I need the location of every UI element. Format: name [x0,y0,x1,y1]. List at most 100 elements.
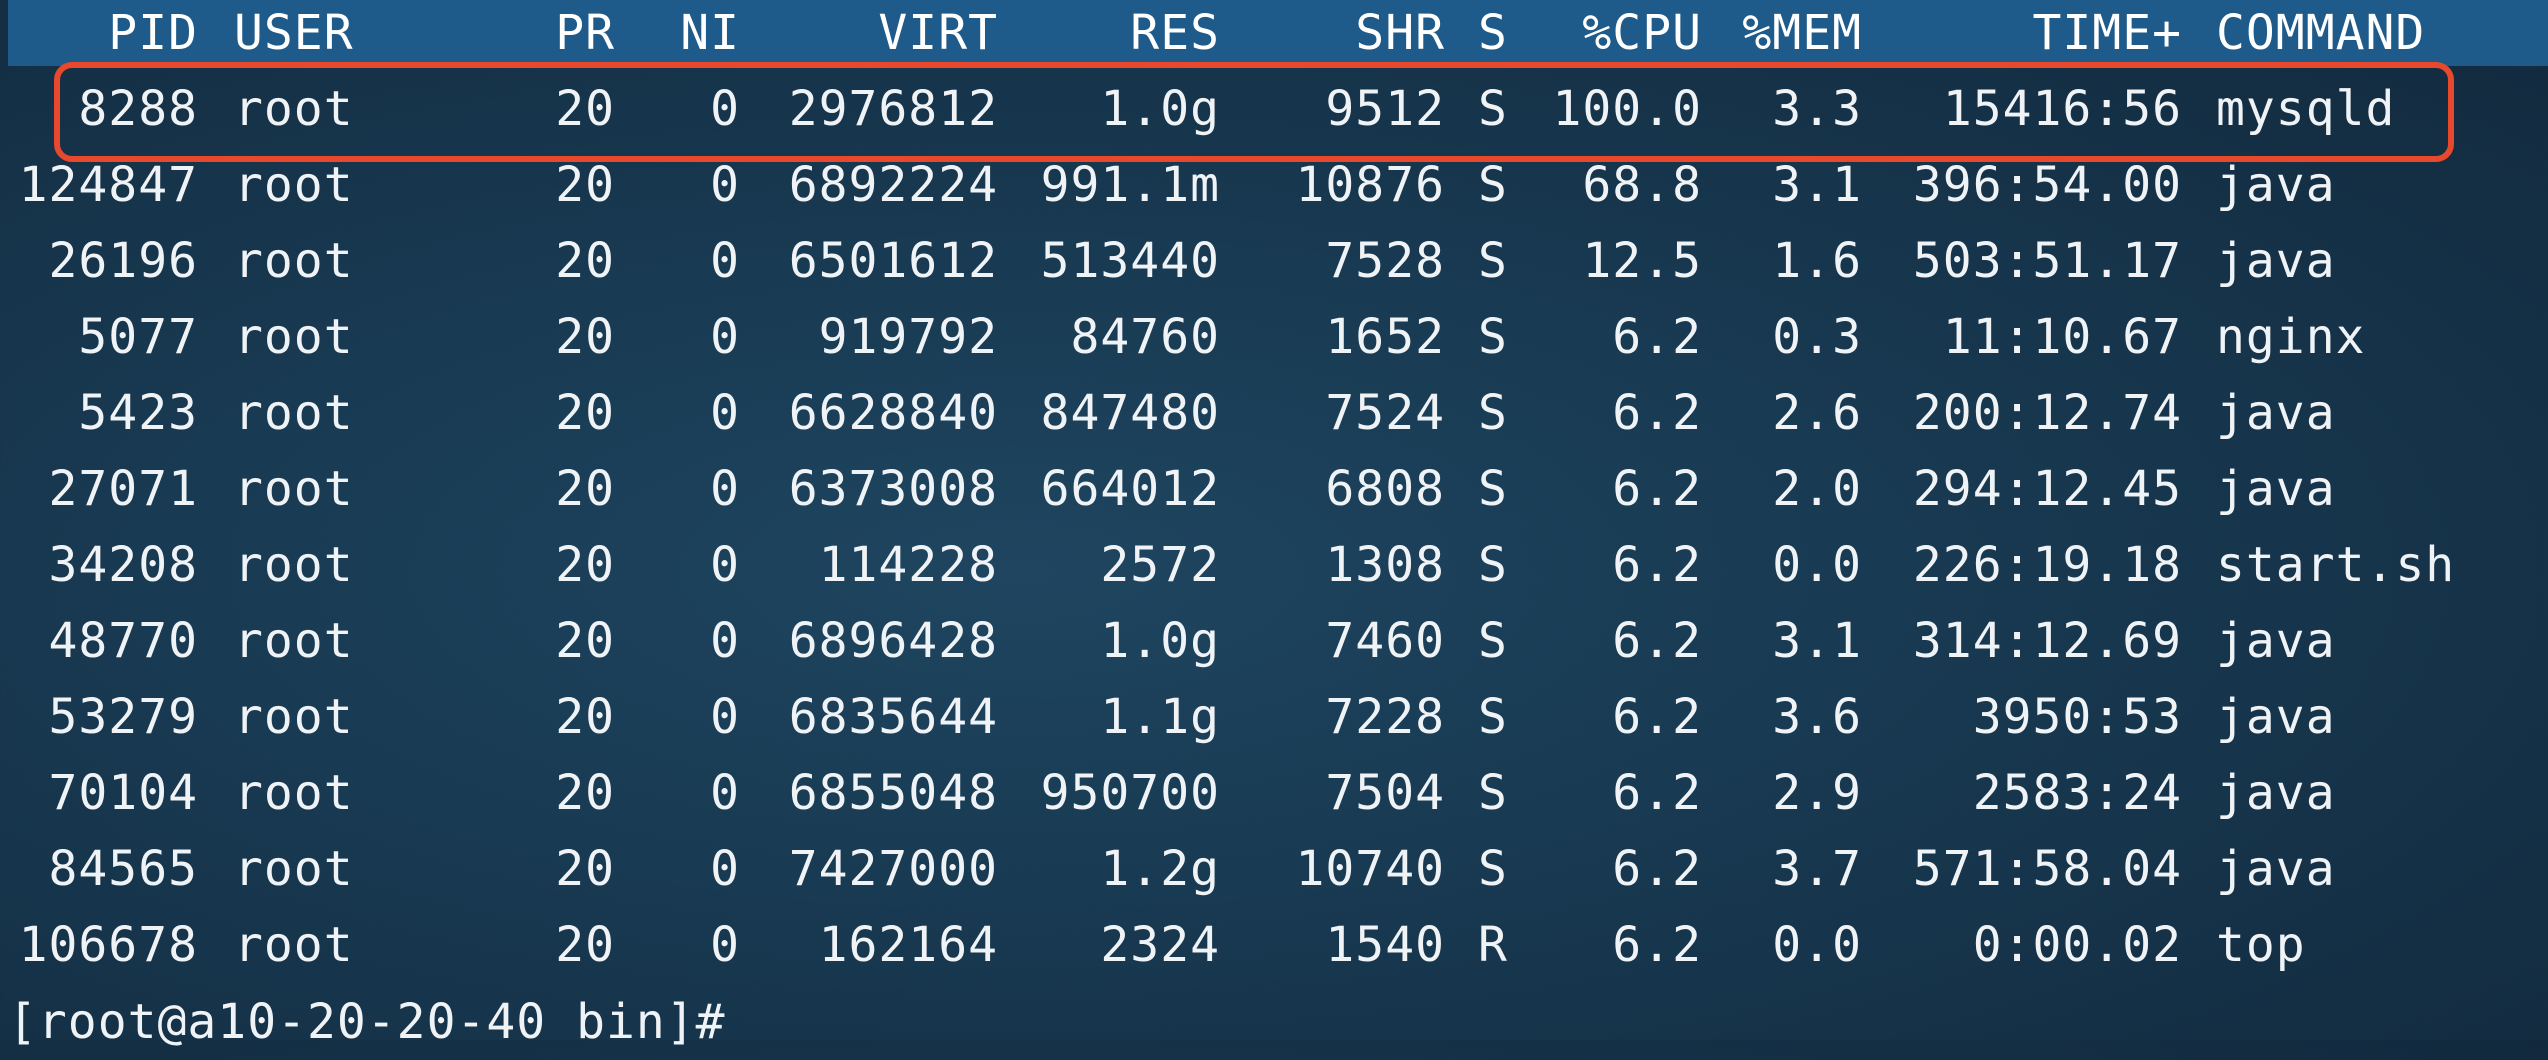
cell-shr: 1540 [1325,917,1445,973]
cell-res: 1.1g [1100,689,1220,745]
cell-user: root [234,689,354,745]
cell-command: mysqld [2216,81,2396,137]
process-row[interactable]: 106678 root 20 0 162164 2324 1540 R 6.2 0.0 0:00.0… [0,907,2548,983]
cell-state: S [1478,613,1508,669]
header-user: USER [234,5,354,61]
cell-time: 571:58.04 [1912,841,2182,897]
header-pid: PID [108,5,198,61]
process-row[interactable]: 34208 root 20 0 114228 2572 1308 S 6.2 0.0 226:19.… [0,527,2548,603]
cell-time: 0:00.02 [1972,917,2182,973]
cell-mem: 3.6 [1772,689,1862,745]
process-row[interactable]: 8288 root 20 0 2976812 1.0g 9512 S 100.0 3.3 15416… [0,71,2548,147]
cell-time: 200:12.74 [1912,385,2182,441]
cell-state: S [1478,765,1508,821]
cell-cpu: 68.8 [1582,157,1702,213]
header-ni: NI [680,5,740,61]
cell-virt: 6373008 [788,461,998,517]
shell-prompt[interactable]: [root@a10-20-20-40 bin]# [8,984,726,1060]
cell-time: 314:12.69 [1912,613,2182,669]
cell-command: java [2216,765,2336,821]
cell-ni: 0 [710,461,740,517]
cell-pid: 106678 [18,917,198,973]
process-row[interactable]: 26196 root 20 0 6501612 513440 7528 S 12.5 1.6 503… [0,223,2548,299]
cell-cpu: 6.2 [1612,917,1702,973]
cell-pr: 20 [555,917,615,973]
cell-virt: 114228 [818,537,998,593]
cell-ni: 0 [710,233,740,289]
cell-cpu: 6.2 [1612,385,1702,441]
cell-cpu: 6.2 [1612,461,1702,517]
cell-user: root [234,309,354,365]
terminal-window[interactable]: PID USER PR NI VIRT RES SHR S %CPU %MEM … [0,0,2548,1050]
cell-virt: 6892224 [788,157,998,213]
cell-pr: 20 [555,689,615,745]
cell-ni: 0 [710,81,740,137]
cell-state: S [1478,841,1508,897]
cell-res: 991.1m [1040,157,1220,213]
process-row[interactable]: 48770 root 20 0 6896428 1.0g 7460 S 6.2 3.1 314:12… [0,603,2548,679]
cell-pr: 20 [555,765,615,821]
cell-cpu: 6.2 [1612,841,1702,897]
cell-mem: 3.7 [1772,841,1862,897]
cell-mem: 3.1 [1772,157,1862,213]
cell-pid: 124847 [18,157,198,213]
cell-pid: 27071 [48,461,198,517]
cell-shr: 7228 [1325,689,1445,745]
cell-command: java [2216,613,2336,669]
header-mem: %MEM [1742,5,1862,61]
cell-time: 2583:24 [1972,765,2182,821]
process-row[interactable]: 70104 root 20 0 6855048 950700 7504 S 6.2 2.9 2583… [0,755,2548,831]
cell-user: root [234,841,354,897]
process-row[interactable]: 53279 root 20 0 6835644 1.1g 7228 S 6.2 3.6 3950:5… [0,679,2548,755]
cell-pr: 20 [555,309,615,365]
cell-command: java [2216,157,2336,213]
cell-command: java [2216,689,2336,745]
cell-pr: 20 [555,385,615,441]
cell-pid: 5423 [78,385,198,441]
cell-pid: 70104 [48,765,198,821]
cell-command: java [2216,461,2336,517]
cell-pr: 20 [555,157,615,213]
cell-ni: 0 [710,765,740,821]
cell-res: 664012 [1040,461,1220,517]
cell-pid: 48770 [48,613,198,669]
cell-time: 15416:56 [1942,81,2182,137]
cell-virt: 2976812 [788,81,998,137]
header-res: RES [1130,5,1220,61]
process-row[interactable]: 5423 root 20 0 6628840 847480 7524 S 6.2 2.6 200:1… [0,375,2548,451]
process-row[interactable]: 124847 root 20 0 6892224 991.1m 10876 S 68.8 3.1 3… [0,147,2548,223]
cell-shr: 9512 [1325,81,1445,137]
cell-shr: 6808 [1325,461,1445,517]
cell-pr: 20 [555,841,615,897]
cell-state: S [1478,385,1508,441]
process-row[interactable]: 84565 root 20 0 7427000 1.2g 10740 S 6.2 3.7 571:5… [0,831,2548,907]
cell-shr: 7460 [1325,613,1445,669]
cell-user: root [234,613,354,669]
cell-cpu: 6.2 [1612,537,1702,593]
cell-res: 950700 [1040,765,1220,821]
cell-pr: 20 [555,81,615,137]
cell-mem: 0.3 [1772,309,1862,365]
process-row[interactable]: 5077 root 20 0 919792 84760 1652 S 6.2 0.3 11:10.6… [0,299,2548,375]
cell-ni: 0 [710,613,740,669]
cell-state: S [1478,233,1508,289]
cell-shr: 7504 [1325,765,1445,821]
process-row[interactable]: 27071 root 20 0 6373008 664012 6808 S 6.2 2.0 294:… [0,451,2548,527]
cell-ni: 0 [710,157,740,213]
cell-mem: 2.9 [1772,765,1862,821]
column-header-row: PID USER PR NI VIRT RES SHR S %CPU %MEM … [0,0,2548,71]
cell-state: S [1478,689,1508,745]
cell-command: java [2216,385,2336,441]
cell-res: 2324 [1100,917,1220,973]
cell-mem: 2.0 [1772,461,1862,517]
cell-shr: 10740 [1295,841,1445,897]
cell-virt: 6501612 [788,233,998,289]
cell-ni: 0 [710,537,740,593]
cell-mem: 0.0 [1772,537,1862,593]
cell-user: root [234,157,354,213]
cell-cpu: 100.0 [1552,81,1702,137]
cell-user: root [234,537,354,593]
cell-time: 11:10.67 [1942,309,2182,365]
cell-res: 84760 [1070,309,1220,365]
cell-command: top [2216,917,2306,973]
